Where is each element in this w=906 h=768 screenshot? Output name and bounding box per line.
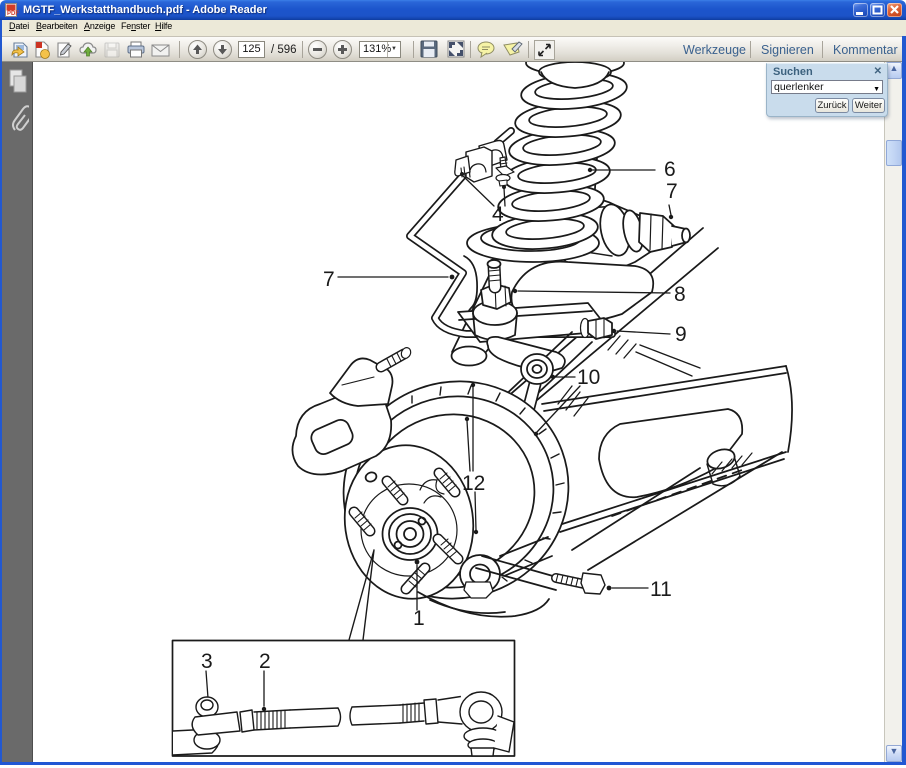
svg-text:3: 3 (201, 650, 213, 673)
svg-text:2: 2 (259, 650, 271, 673)
svg-text:11: 11 (650, 578, 672, 601)
svg-text:1: 1 (413, 607, 425, 630)
svg-text:8: 8 (674, 283, 686, 306)
svg-text:9: 9 (675, 323, 687, 346)
svg-text:10: 10 (577, 366, 600, 389)
svg-text:12: 12 (462, 472, 485, 495)
svg-text:7: 7 (323, 268, 335, 291)
svg-text:PDF: PDF (7, 11, 19, 17)
svg-text:6: 6 (664, 158, 676, 181)
svg-text:7: 7 (666, 180, 678, 203)
